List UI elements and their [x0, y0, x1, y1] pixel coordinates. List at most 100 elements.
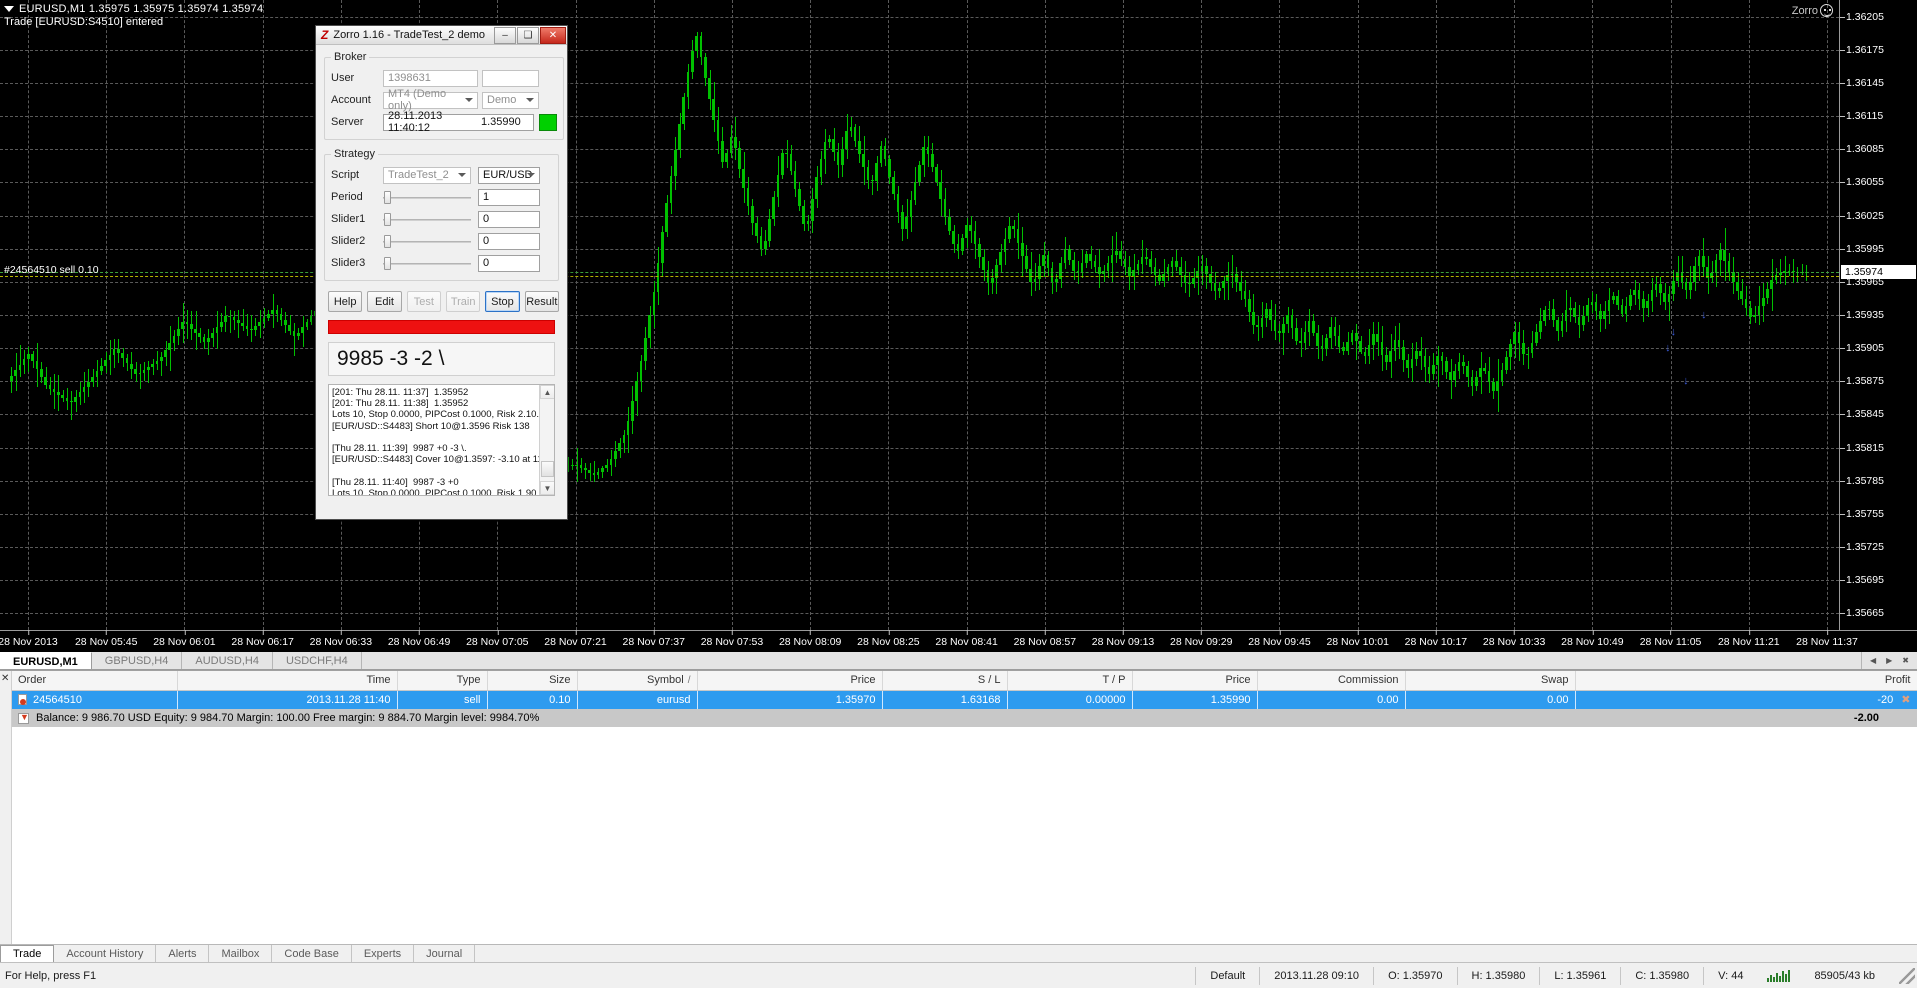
zorro-action-buttons[interactable]: HelpEditTestTrainStopResult: [324, 291, 559, 312]
log-panel[interactable]: [201: Thu 28.11. 11:37] 1.35952[201: Thu…: [328, 384, 555, 496]
chart-tab-usdchf-h4[interactable]: USDCHF,H4: [273, 652, 362, 669]
slider-thumb[interactable]: [384, 257, 391, 270]
minimize-button[interactable]: –: [494, 27, 516, 44]
candle-body: [751, 206, 754, 223]
terminal-tab-trade[interactable]: Trade: [0, 945, 54, 962]
column-header-price[interactable]: Price: [697, 671, 882, 690]
stop-button[interactable]: Stop: [485, 291, 519, 312]
order-price-line[interactable]: [0, 276, 1839, 277]
price-axis[interactable]: 1.362051.361751.361451.361151.360851.360…: [1839, 0, 1917, 630]
slider-thumb[interactable]: [384, 213, 391, 226]
terminal-tab-bar[interactable]: TradeAccount HistoryAlertsMailboxCode Ba…: [0, 944, 1917, 962]
column-header-commission[interactable]: Commission: [1257, 671, 1405, 690]
slider1[interactable]: [383, 211, 471, 228]
close-order-icon[interactable]: ✖: [1901, 694, 1910, 706]
candle-body: [310, 316, 313, 321]
chart-tab-bar[interactable]: EURUSD,M1GBPUSD,H4AUDUSD,H4USDCHF,H4 ◀ ▶ ✖: [0, 652, 1917, 670]
slider2[interactable]: [383, 233, 471, 250]
chevron-down-icon[interactable]: [527, 173, 535, 177]
slider-thumb[interactable]: [384, 235, 391, 248]
period-value-input[interactable]: 1: [478, 189, 540, 206]
column-header-swap[interactable]: Swap: [1405, 671, 1575, 690]
chart-area[interactable]: ↓↓↓↓ EURUSD,M1 1.35975 1.35975 1.35974 1…: [0, 0, 1917, 652]
terminal-tab-alerts[interactable]: Alerts: [156, 945, 209, 962]
status-profile[interactable]: Default: [1195, 967, 1259, 985]
user-input[interactable]: 1398631: [383, 70, 478, 87]
column-header-s-l[interactable]: S / L: [882, 671, 1007, 690]
password-input[interactable]: [482, 70, 539, 87]
terminal-tab-code-base[interactable]: Code Base: [272, 945, 351, 962]
chart-tab-nav[interactable]: ◀ ▶ ✖: [1862, 652, 1917, 669]
account-type-select[interactable]: Demo: [482, 92, 539, 109]
price-tick: 1.35935: [1846, 309, 1884, 321]
account-select[interactable]: MT4 (Demo only): [383, 92, 478, 109]
terminal-tab-mailbox[interactable]: Mailbox: [209, 945, 272, 962]
column-header-type[interactable]: Type: [397, 671, 487, 690]
sell-arrow-icon[interactable]: ↓: [1701, 309, 1707, 321]
period-slider[interactable]: [383, 189, 471, 206]
zorro-titlebar[interactable]: Z Zorro 1.16 - TradeTest_2 demo – ❑ ✕: [316, 26, 567, 45]
candle-body: [682, 97, 685, 123]
column-header-order[interactable]: Order: [12, 671, 177, 690]
result-button[interactable]: Result: [525, 291, 559, 312]
time-axis[interactable]: 28 Nov 201328 Nov 05:4528 Nov 06:0128 No…: [0, 630, 1917, 652]
column-header-symbol[interactable]: Symbol/: [577, 671, 697, 690]
candle-body: [1359, 341, 1362, 352]
candle-body: [1591, 302, 1594, 305]
scrollbar-thumb[interactable]: [541, 461, 554, 477]
sell-arrow-icon[interactable]: ↓: [1671, 326, 1677, 338]
slider3[interactable]: [383, 255, 471, 272]
slider1-value-input[interactable]: 0: [478, 211, 540, 228]
log-scrollbar[interactable]: ▲ ▼: [539, 385, 554, 495]
edit-button[interactable]: Edit: [367, 291, 401, 312]
chevron-down-icon[interactable]: [458, 173, 466, 177]
sell-arrow-icon[interactable]: ↓: [1665, 342, 1671, 354]
sell-arrow-icon[interactable]: ↓: [1683, 375, 1689, 387]
terminal-tab-experts[interactable]: Experts: [352, 945, 414, 962]
column-header-profit[interactable]: Profit: [1575, 671, 1917, 690]
candle-body: [1355, 333, 1358, 341]
chart-tab-audusd-h4[interactable]: AUDUSD,H4: [182, 652, 273, 669]
column-header-price[interactable]: Price: [1132, 671, 1257, 690]
candle-body: [1351, 333, 1354, 342]
slider3-row: Slider3 0: [331, 252, 552, 274]
table-row[interactable]: 245645102013.11.28 11:40sell0.10eurusd1.…: [12, 690, 1917, 709]
candle-body: [1235, 274, 1238, 282]
chevron-down-icon[interactable]: [526, 98, 534, 102]
zorro-window-buttons[interactable]: – ❑ ✕: [494, 26, 567, 45]
column-header-time[interactable]: Time: [177, 671, 397, 690]
chevron-down-icon[interactable]: [465, 98, 473, 102]
resize-grip-icon[interactable]: [1899, 968, 1915, 984]
script-select[interactable]: TradeTest_2: [383, 167, 471, 184]
candle-body: [1094, 261, 1097, 268]
column-header-t-p[interactable]: T / P: [1007, 671, 1132, 690]
candle-body: [1462, 362, 1465, 366]
column-header-size[interactable]: Size: [487, 671, 577, 690]
slider-thumb[interactable]: [384, 191, 391, 204]
asset-select[interactable]: EUR/USD: [478, 167, 540, 184]
chart-tab-eurusd-m1[interactable]: EURUSD,M1: [0, 652, 92, 669]
maximize-button[interactable]: ❑: [517, 27, 539, 44]
chart-collapse-icon[interactable]: [4, 6, 14, 12]
terminal-close-icon[interactable]: ✕: [1, 673, 9, 684]
ask-price-line: [0, 272, 1839, 273]
scroll-up-icon[interactable]: ▲: [540, 385, 555, 399]
terminal-tab-account-history[interactable]: Account History: [54, 945, 156, 962]
orders-header-row[interactable]: OrderTimeTypeSizeSymbol/PriceS / LT / PP…: [12, 671, 1917, 690]
scroll-down-icon[interactable]: ▼: [540, 481, 555, 495]
slider2-value-input[interactable]: 0: [478, 233, 540, 250]
help-button[interactable]: Help: [328, 291, 362, 312]
close-button[interactable]: ✕: [540, 27, 566, 44]
slider3-value-input[interactable]: 0: [478, 255, 540, 272]
chart-plot[interactable]: ↓↓↓↓: [0, 0, 1839, 630]
orders-table[interactable]: OrderTimeTypeSizeSymbol/PriceS / LT / PP…: [12, 671, 1917, 709]
zorro-dialog[interactable]: Z Zorro 1.16 - TradeTest_2 demo – ❑ ✕ Br…: [315, 25, 568, 520]
orders-body[interactable]: 245645102013.11.28 11:40sell0.10eurusd1.…: [12, 690, 1917, 709]
close-tab-icon[interactable]: ✖: [1902, 656, 1909, 665]
next-tab-icon[interactable]: ▶: [1886, 656, 1892, 665]
candle-body: [1021, 243, 1024, 256]
chart-tab-gbpusd-h4[interactable]: GBPUSD,H4: [92, 652, 183, 669]
candle-body: [254, 326, 257, 330]
prev-tab-icon[interactable]: ◀: [1870, 656, 1876, 665]
terminal-tab-journal[interactable]: Journal: [414, 945, 475, 962]
